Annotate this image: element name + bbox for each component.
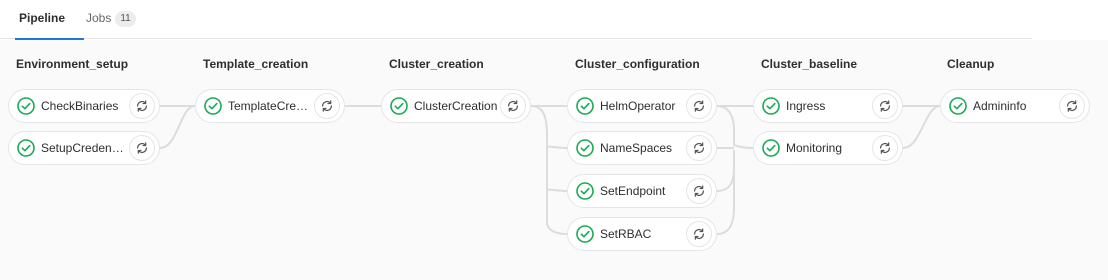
job-monitoring[interactable]: Monitoring bbox=[753, 131, 903, 165]
job-setup-credentials[interactable]: SetupCredenti… bbox=[8, 131, 160, 165]
job-name: ClusterCreation bbox=[414, 99, 498, 113]
status-success-icon bbox=[762, 97, 780, 115]
job-name: SetEndpoint bbox=[600, 184, 666, 198]
status-success-icon bbox=[17, 139, 35, 157]
job-ingress[interactable]: Ingress bbox=[753, 89, 903, 123]
job-name: SetRBAC bbox=[600, 227, 652, 241]
tab-pipeline[interactable]: Pipeline bbox=[15, 0, 84, 40]
jobs-count-badge: 11 bbox=[115, 11, 136, 27]
retry-icon[interactable] bbox=[686, 135, 712, 161]
job-cluster-creation[interactable]: ClusterCreation bbox=[381, 89, 531, 123]
tab-jobs-label: Jobs bbox=[86, 11, 112, 25]
tab-pipeline-label: Pipeline bbox=[19, 11, 66, 25]
tab-jobs[interactable]: Jobs 11 bbox=[86, 0, 136, 39]
job-name: HelmOperator bbox=[600, 99, 676, 113]
stage-title: Environment_setup bbox=[16, 57, 129, 71]
status-success-icon bbox=[762, 139, 780, 157]
job-helm-operator[interactable]: HelmOperator bbox=[567, 89, 717, 123]
retry-icon[interactable] bbox=[314, 93, 340, 119]
job-template-creation[interactable]: TemplateCreati… bbox=[195, 89, 345, 123]
status-success-icon bbox=[576, 139, 594, 157]
job-name: Admininfo bbox=[973, 99, 1027, 113]
status-success-icon bbox=[17, 97, 35, 115]
job-name: Monitoring bbox=[786, 141, 843, 155]
job-set-endpoint[interactable]: SetEndpoint bbox=[567, 174, 717, 208]
status-success-icon bbox=[949, 97, 967, 115]
job-set-rbac[interactable]: SetRBAC bbox=[567, 217, 717, 251]
status-success-icon bbox=[576, 97, 594, 115]
status-success-icon bbox=[204, 97, 222, 115]
retry-icon[interactable] bbox=[872, 93, 898, 119]
job-namespaces[interactable]: NameSpaces bbox=[567, 131, 717, 165]
status-success-icon bbox=[576, 182, 594, 200]
retry-icon[interactable] bbox=[129, 135, 155, 161]
retry-icon[interactable] bbox=[686, 93, 712, 119]
stage-title: Cleanup bbox=[947, 57, 995, 71]
status-success-icon bbox=[390, 97, 408, 115]
retry-icon[interactable] bbox=[686, 221, 712, 247]
stage-title: Cluster_configuration bbox=[575, 57, 700, 71]
job-name: Ingress bbox=[786, 99, 826, 113]
stage-title: Template_creation bbox=[203, 57, 309, 71]
retry-icon[interactable] bbox=[1059, 93, 1085, 119]
stage-title: Cluster_baseline bbox=[761, 57, 858, 71]
stage-connectors bbox=[159, 105, 941, 235]
retry-icon[interactable] bbox=[500, 93, 526, 119]
job-name: SetupCredenti… bbox=[41, 141, 127, 155]
job-name: CheckBinaries bbox=[41, 99, 119, 113]
job-name: TemplateCreati… bbox=[228, 99, 314, 113]
job-check-binaries[interactable]: CheckBinaries bbox=[8, 89, 160, 123]
job-name: NameSpaces bbox=[600, 141, 673, 155]
pipeline-graph: Environment_setup Template_creation Clus… bbox=[0, 40, 1108, 280]
retry-icon[interactable] bbox=[686, 178, 712, 204]
retry-icon[interactable] bbox=[872, 135, 898, 161]
job-admininfo[interactable]: Admininfo bbox=[940, 89, 1090, 123]
status-success-icon bbox=[576, 225, 594, 243]
stage-title: Cluster_creation bbox=[389, 57, 484, 71]
pipeline-tabs: Pipeline Jobs 11 bbox=[0, 0, 1032, 40]
retry-icon[interactable] bbox=[129, 93, 155, 119]
